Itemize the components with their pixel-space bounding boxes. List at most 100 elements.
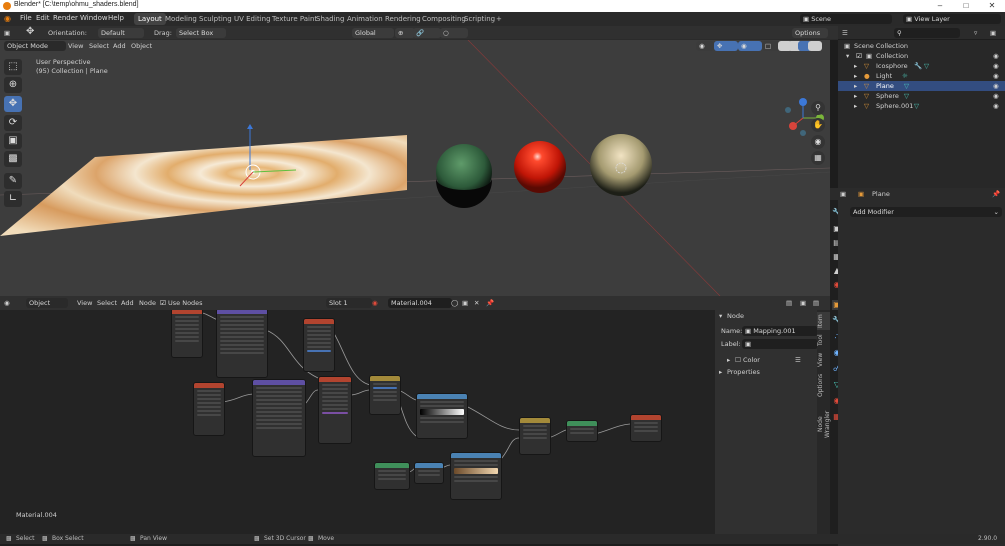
color-checkbox-icon[interactable]: ☐ (735, 355, 741, 365)
properties-section-arrow-icon[interactable]: ▸ (719, 367, 722, 377)
visibility-eye-icon[interactable]: ◉ (993, 101, 999, 111)
pivot-icon[interactable]: ⊕ (395, 28, 415, 38)
node-object-dropdown[interactable]: Object (26, 298, 68, 308)
tab-view[interactable]: View (817, 352, 830, 368)
shading-rendered-icon[interactable] (808, 41, 822, 51)
outliner-item-sphere-001[interactable]: ▸ ▽ Sphere.001 ▽ ◉ (838, 101, 1005, 111)
menu-edit[interactable]: Edit (36, 14, 50, 22)
outliner-search-input[interactable]: ⚲ (894, 28, 960, 38)
fake-user-shield-icon[interactable]: ◯ (451, 298, 458, 308)
properties-editor-icon[interactable]: ▣ (840, 189, 846, 199)
node-wave-texture[interactable] (318, 376, 352, 444)
outliner-collection[interactable]: ▾ ☑ ▣ Collection ◉ (838, 51, 1005, 61)
blender-menu-icon[interactable]: ◉ (4, 14, 11, 23)
node-geometry[interactable] (374, 462, 410, 490)
tool-annotate[interactable]: ✎ (4, 173, 22, 189)
minimize-button[interactable]: – (927, 0, 953, 12)
node-editor-canvas[interactable]: Material.004 (0, 310, 715, 534)
backdrop-icon[interactable]: ▣ (800, 298, 806, 308)
visibility-eye-icon[interactable]: ◉ (993, 91, 999, 101)
tool-cursor[interactable]: ⊕ (4, 77, 22, 93)
node-menu-node[interactable]: Node (139, 298, 156, 308)
tool-move[interactable]: ✥ (4, 96, 22, 112)
menu-file[interactable]: File (20, 14, 32, 22)
node-menu-view[interactable]: View (77, 298, 92, 308)
transform-orientation-dropdown[interactable]: Global (352, 28, 394, 38)
color-section-arrow-icon[interactable]: ▸ (727, 355, 730, 365)
snap-node-icon[interactable]: ▤ (786, 298, 792, 308)
material-name-field[interactable]: Material.004 (388, 298, 452, 308)
maximize-button[interactable]: □ (953, 0, 979, 12)
visibility-eye-icon[interactable]: ◉ (993, 51, 999, 61)
tab-tool[interactable]: Tool (817, 332, 830, 348)
node-name-field[interactable]: ▣ Mapping.001 (742, 326, 818, 336)
node-section-arrow-icon[interactable]: ▾ (719, 311, 722, 321)
tool-measure[interactable]: ∟ (4, 191, 22, 207)
viewport-menu-object[interactable]: Object (131, 41, 152, 51)
node-color-ramp-2[interactable] (450, 452, 502, 500)
add-workspace-button[interactable]: + (492, 13, 506, 25)
use-nodes-checkbox-icon[interactable]: ☑ (160, 298, 166, 308)
plane-object[interactable] (0, 135, 407, 236)
object-mode-dropdown[interactable]: Object Mode (4, 41, 66, 51)
node-menu-add[interactable]: Add (121, 298, 134, 308)
grid-perspective-icon[interactable]: ▦ (811, 151, 825, 165)
tab-item[interactable]: Item (817, 312, 830, 330)
menu-render[interactable]: Render (53, 14, 78, 22)
tool-select-box[interactable]: ⬚ (4, 59, 22, 75)
node-gradient[interactable] (303, 318, 335, 372)
orientation-dropdown[interactable]: Default (98, 28, 144, 38)
node-math[interactable] (369, 375, 401, 415)
node-color-ramp[interactable] (416, 393, 468, 439)
sidebar-toggle-icon[interactable]: ▤ (813, 298, 819, 308)
add-modifier-dropdown[interactable]: Add Modifier ⌄ (850, 207, 1002, 217)
checkbox-icon[interactable]: ☑ (856, 51, 862, 61)
node-vector-math[interactable] (414, 462, 444, 484)
tab-node-wrangler[interactable]: Node Wrangler (817, 402, 831, 446)
sphere-red-object[interactable] (514, 141, 566, 193)
pin-icon[interactable]: 📌 (992, 189, 1000, 199)
gizmo-toggle-icon[interactable]: ✥ (714, 41, 738, 51)
outliner-scene-collection[interactable]: ▣ Scene Collection (838, 41, 1005, 51)
outliner-item-plane[interactable]: ▸ ▽ Plane ▽ ◉ (838, 81, 1005, 91)
node-mix-shader[interactable] (519, 417, 551, 455)
sphere-beige-object[interactable] (590, 134, 652, 196)
viewport-menu-add[interactable]: Add (113, 41, 126, 51)
menu-help[interactable]: Help (108, 14, 124, 22)
3d-viewport[interactable]: User Perspective (95) Collection | Plane… (0, 40, 830, 296)
view-layer-selector[interactable]: ▣ View Layer (903, 14, 1001, 24)
unlink-material-icon[interactable]: ✕ (474, 298, 479, 308)
options-dropdown[interactable]: Options (792, 28, 828, 38)
menu-window[interactable]: Window (80, 14, 108, 22)
duplicate-material-icon[interactable]: ▣ (462, 298, 468, 308)
visibility-icon[interactable]: ◉ (696, 41, 714, 51)
drag-dropdown[interactable]: Select Box (176, 28, 226, 38)
visibility-eye-icon[interactable]: ◉ (993, 71, 999, 81)
overlay-toggle-icon[interactable]: ◉ (738, 41, 762, 51)
scene-selector[interactable]: ▣ Scene (800, 14, 892, 24)
list-icon[interactable]: ☰ (795, 355, 801, 365)
pan-hand-icon[interactable]: ✋ (811, 118, 825, 132)
slot-dropdown[interactable]: Slot 1 (326, 298, 372, 308)
node-mapping-001[interactable] (252, 379, 306, 457)
tool-transform[interactable]: ▩ (4, 151, 22, 167)
node-bump[interactable] (566, 420, 598, 442)
editor-type-icon[interactable]: ▣ (4, 28, 10, 38)
tool-rotate[interactable]: ⟳ (4, 115, 22, 131)
visibility-eye-icon[interactable]: ◉ (993, 81, 999, 91)
visibility-eye-icon[interactable]: ◉ (993, 61, 999, 71)
node-texture-coordinate-2[interactable] (193, 382, 225, 436)
viewport-menu-view[interactable]: View (68, 41, 83, 51)
outliner-item-icosphore[interactable]: ▸ ▽ Icosphore 🔧 ▽ ◉ (838, 61, 1005, 71)
snap-icon[interactable]: 🔗 (413, 28, 441, 38)
zoom-icon[interactable]: ⚲ (811, 101, 825, 115)
new-collection-icon[interactable]: ▣ (990, 28, 996, 38)
outliner-item-light[interactable]: ▸ ● Light ☼ ◉ (838, 71, 1005, 81)
proportional-edit-icon[interactable]: ○ (440, 28, 468, 38)
viewport-menu-select[interactable]: Select (89, 41, 109, 51)
outliner-editor-icon[interactable]: ☰ (842, 28, 848, 38)
pin-icon[interactable]: 📌 (486, 298, 494, 308)
node-texture-coordinate[interactable] (171, 310, 203, 358)
material-sphere-icon[interactable]: ◉ (372, 298, 378, 308)
node-editor-type-icon[interactable]: ◉ (4, 298, 10, 308)
